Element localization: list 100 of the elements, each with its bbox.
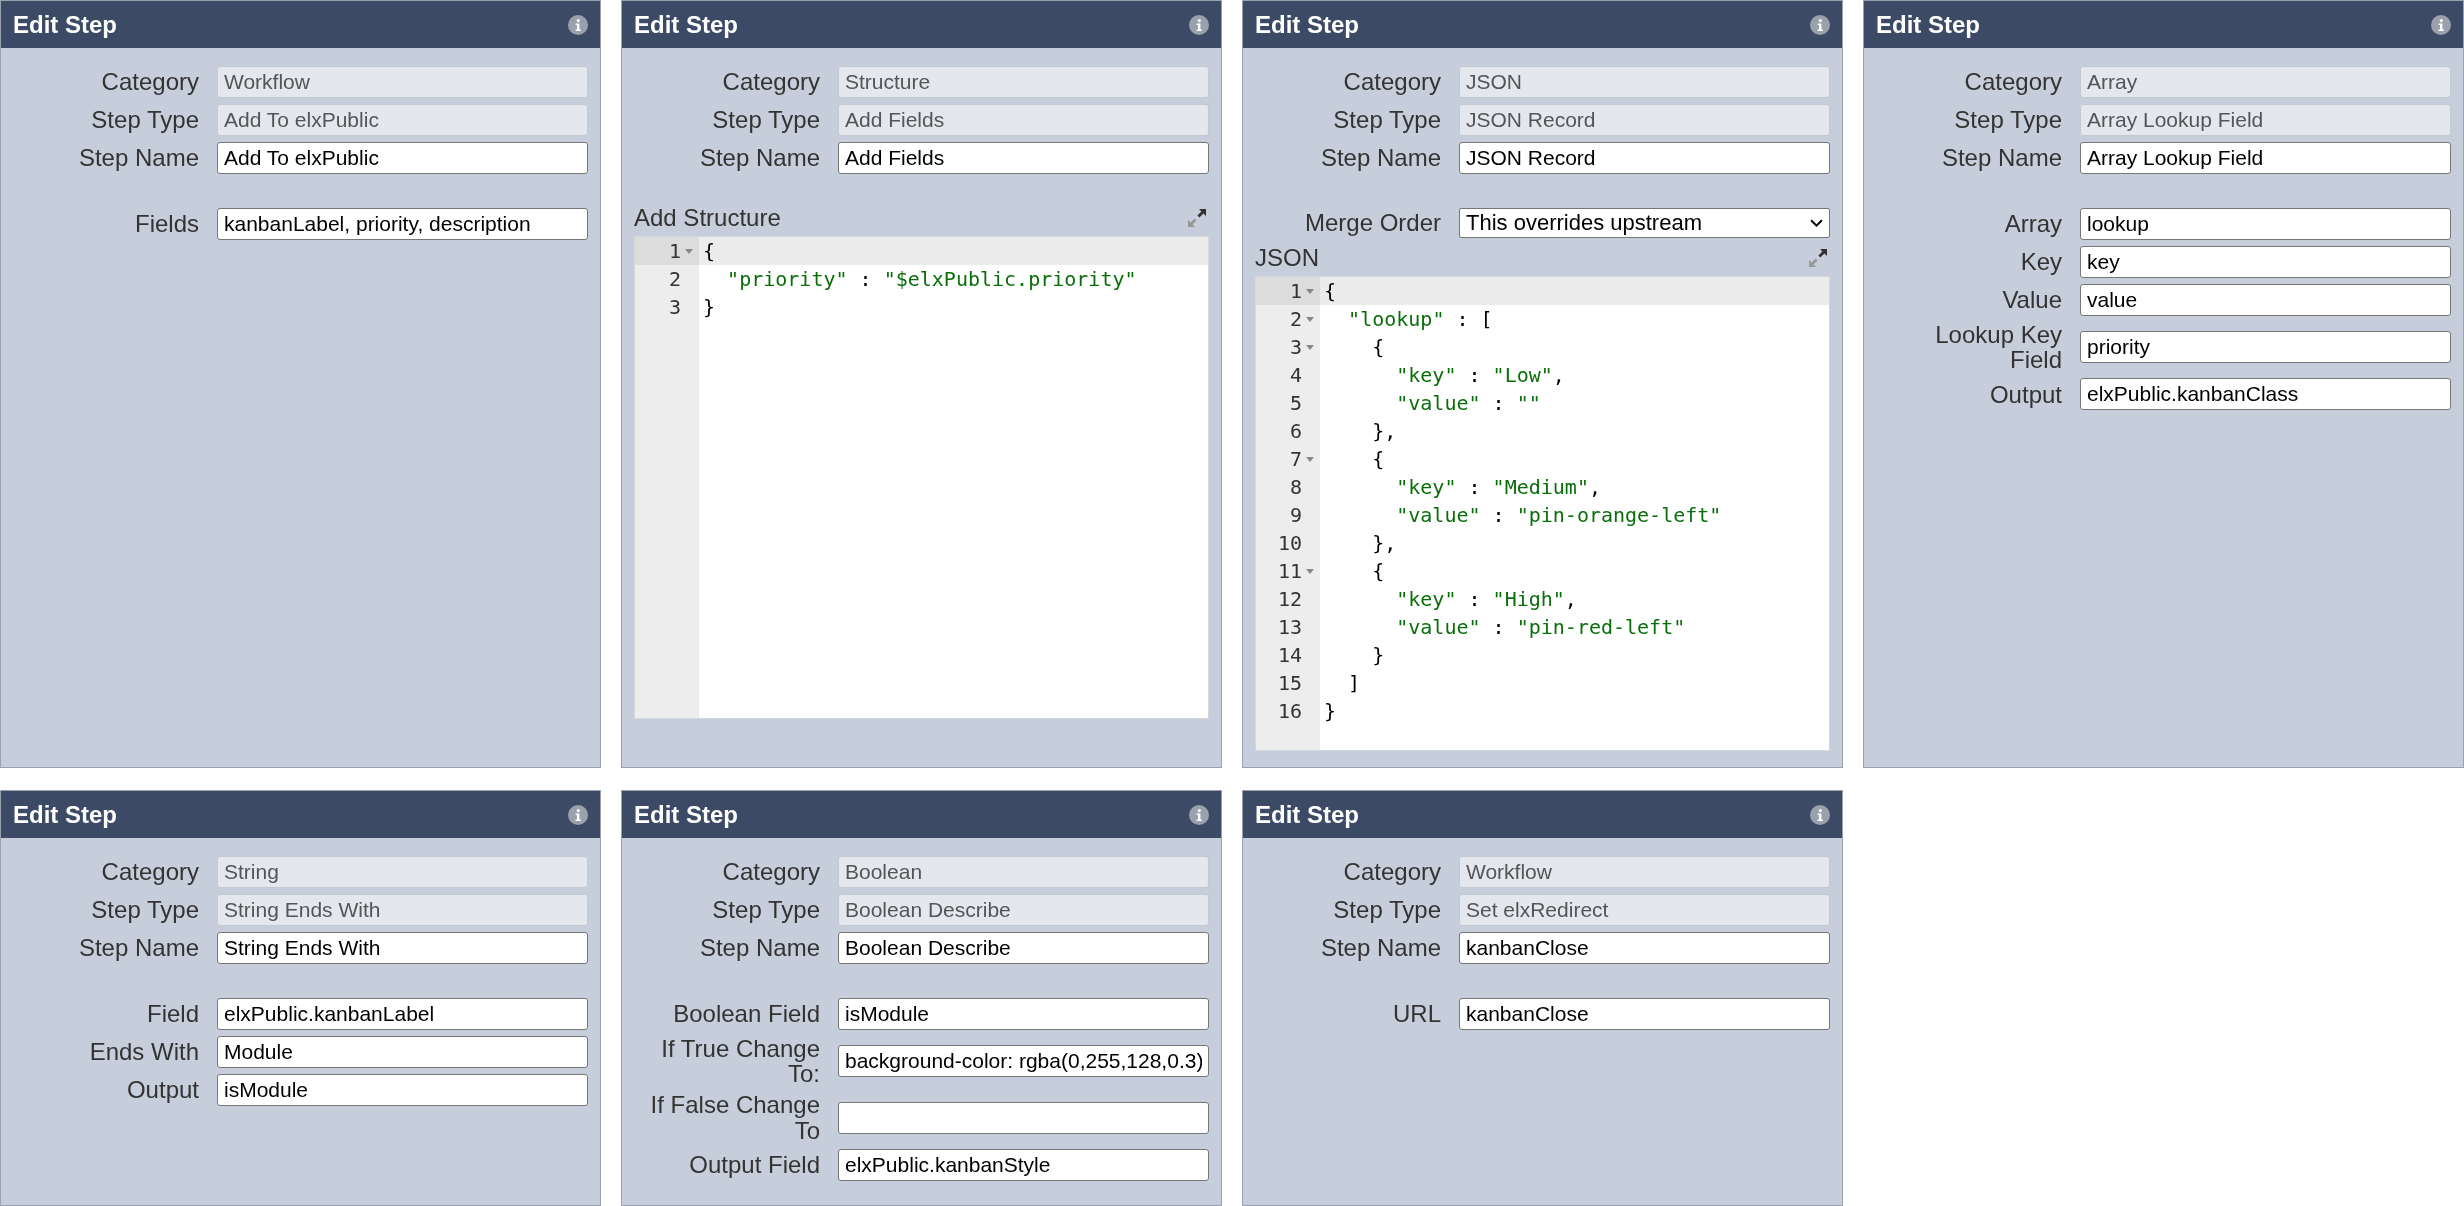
- field-label: Step Type: [1332, 107, 1441, 133]
- input-field[interactable]: isModule: [217, 1074, 588, 1106]
- input-field[interactable]: Add Fields: [838, 104, 1209, 136]
- input-field[interactable]: Array Lookup Field: [2080, 104, 2451, 136]
- input-field[interactable]: Add To elxPublic: [217, 142, 588, 174]
- code-editor[interactable]: 1 2 3 4 5 6 7 8 9 10 11 12 13 14 15 16 { "lookup" : [ { "key" : "Low", "value" : "" }, { "key" : "Medium", "value" : "pin-orange-left" }, { "key" : "High", "value" : "pin-red-left" } ] }: [1255, 276, 1830, 751]
- code-line: {: [703, 239, 716, 263]
- info-icon[interactable]: [1189, 804, 1209, 825]
- line-number: 11: [1277, 559, 1302, 583]
- field-label: Ends With: [88, 1039, 199, 1065]
- code-line: {: [1371, 559, 1385, 583]
- field-label: Boolean Field: [672, 1001, 820, 1027]
- expand-icon[interactable]: [1185, 206, 1209, 230]
- field-label: Array: [2003, 211, 2062, 237]
- input-field[interactable]: Workflow: [217, 66, 588, 98]
- input-field[interactable]: Set elxRedirect: [1459, 894, 1830, 926]
- field-label: Category: [1342, 859, 1441, 885]
- code-line: "priority" : "$elxPublic.priority": [726, 267, 1137, 291]
- info-icon[interactable]: [1810, 14, 1830, 35]
- fold-arrow-icon[interactable]: [685, 248, 693, 254]
- code-line: "value" : "pin-orange-left": [1395, 503, 1722, 527]
- line-number: 8: [1289, 475, 1302, 499]
- fold-arrow-icon[interactable]: [1306, 456, 1314, 462]
- input-field[interactable]: Workflow: [1459, 856, 1830, 888]
- line-number: 2: [668, 267, 681, 291]
- input-field[interactable]: kanbanClose: [1459, 932, 1830, 964]
- input-field[interactable]: Array Lookup Field: [2080, 142, 2451, 174]
- input-field[interactable]: Add Fields: [838, 142, 1209, 174]
- code-line: }: [1371, 643, 1385, 667]
- info-icon[interactable]: [2431, 14, 2451, 35]
- input-field[interactable]: String Ends With: [217, 894, 588, 926]
- info-icon[interactable]: [1810, 804, 1830, 825]
- input-field[interactable]: String: [217, 856, 588, 888]
- input-field[interactable]: kanbanClose: [1459, 998, 1830, 1030]
- field-label: Step Name: [1319, 145, 1441, 171]
- info-icon[interactable]: [568, 14, 588, 35]
- fold-arrow-icon[interactable]: [1306, 316, 1314, 322]
- line-number: 1: [1289, 279, 1302, 303]
- field-label: Fields: [133, 211, 199, 237]
- input-field[interactable]: Structure: [838, 66, 1209, 98]
- code-line: "value" : "pin-red-left": [1395, 615, 1686, 639]
- input-field[interactable]: elxPublic.kanbanStyle: [838, 1148, 1209, 1181]
- code-line: ]: [1347, 671, 1361, 695]
- field-label: Category: [100, 69, 199, 95]
- line-number: 16: [1277, 699, 1302, 723]
- panel-title: Edit Step: [634, 10, 738, 39]
- input-field[interactable]: priority: [2080, 331, 2451, 364]
- field-label: Category: [1342, 69, 1441, 95]
- input-field[interactable]: background-color: rgba(0,255,128,0.3): [838, 1045, 1209, 1078]
- input-field[interactable]: Module: [217, 1036, 588, 1068]
- field-label: Category: [100, 859, 199, 885]
- field-label: Step Name: [698, 145, 820, 171]
- input-field[interactable]: Boolean: [838, 856, 1209, 888]
- panel-title: Edit Step: [13, 800, 117, 829]
- field-label: If True Change To:: [660, 1036, 820, 1087]
- field-label: Step Name: [1940, 145, 2062, 171]
- field-label: Category: [721, 859, 820, 885]
- info-icon[interactable]: [568, 804, 588, 825]
- field-label: Field: [145, 1001, 199, 1027]
- code-line: }: [703, 295, 716, 319]
- expand-icon[interactable]: [1806, 246, 1830, 270]
- line-number: 5: [1289, 391, 1302, 415]
- code-line: {: [1324, 279, 1337, 303]
- line-number: 10: [1277, 531, 1302, 555]
- input-field[interactable]: [838, 1101, 1209, 1134]
- input-field[interactable]: value: [2080, 284, 2451, 316]
- field-label: Step Name: [698, 935, 820, 961]
- line-number: 1: [668, 239, 681, 263]
- field-label: Output: [125, 1077, 199, 1103]
- field-label: Step Type: [1953, 107, 2062, 133]
- input-field[interactable]: Add To elxPublic: [217, 104, 588, 136]
- field-label: Step Type: [1332, 897, 1441, 923]
- input-field[interactable]: Boolean Describe: [838, 932, 1209, 964]
- panel-title: Edit Step: [13, 10, 117, 39]
- input-field[interactable]: JSON: [1459, 66, 1830, 98]
- field-label: Category: [1963, 69, 2062, 95]
- fold-arrow-icon[interactable]: [1306, 568, 1314, 574]
- input-field[interactable]: elxPublic.kanbanLabel: [217, 998, 588, 1030]
- fold-arrow-icon[interactable]: [1306, 344, 1314, 350]
- input-field[interactable]: JSON Record: [1459, 142, 1830, 174]
- input-field[interactable]: elxPublic.kanbanClass: [2080, 378, 2451, 411]
- input-field[interactable]: Array: [2080, 66, 2451, 98]
- field-label: Merge Order: [1303, 210, 1441, 236]
- input-field[interactable]: isModule: [838, 998, 1209, 1030]
- fold-arrow-icon[interactable]: [1306, 288, 1314, 294]
- line-number: 3: [668, 295, 681, 319]
- input-field[interactable]: String Ends With: [217, 932, 588, 964]
- line-number: 7: [1289, 447, 1302, 471]
- info-icon[interactable]: [1189, 14, 1209, 35]
- input-field[interactable]: lookup: [2080, 208, 2451, 240]
- code-line: },: [1371, 531, 1397, 555]
- code-editor[interactable]: 1 2 3 { "priority" : "$elxPublic.priority" }: [634, 236, 1209, 719]
- line-number: 13: [1277, 615, 1302, 639]
- input-field[interactable]: Boolean Describe: [838, 894, 1209, 926]
- dropdown[interactable]: This overrides upstream: [1459, 208, 1830, 238]
- input-field[interactable]: JSON Record: [1459, 104, 1830, 136]
- panel-title: Edit Step: [1255, 10, 1359, 39]
- code-line: "key" : "Low",: [1395, 363, 1565, 387]
- input-field[interactable]: key: [2080, 246, 2451, 278]
- input-field[interactable]: kanbanLabel, priority, description: [217, 208, 588, 240]
